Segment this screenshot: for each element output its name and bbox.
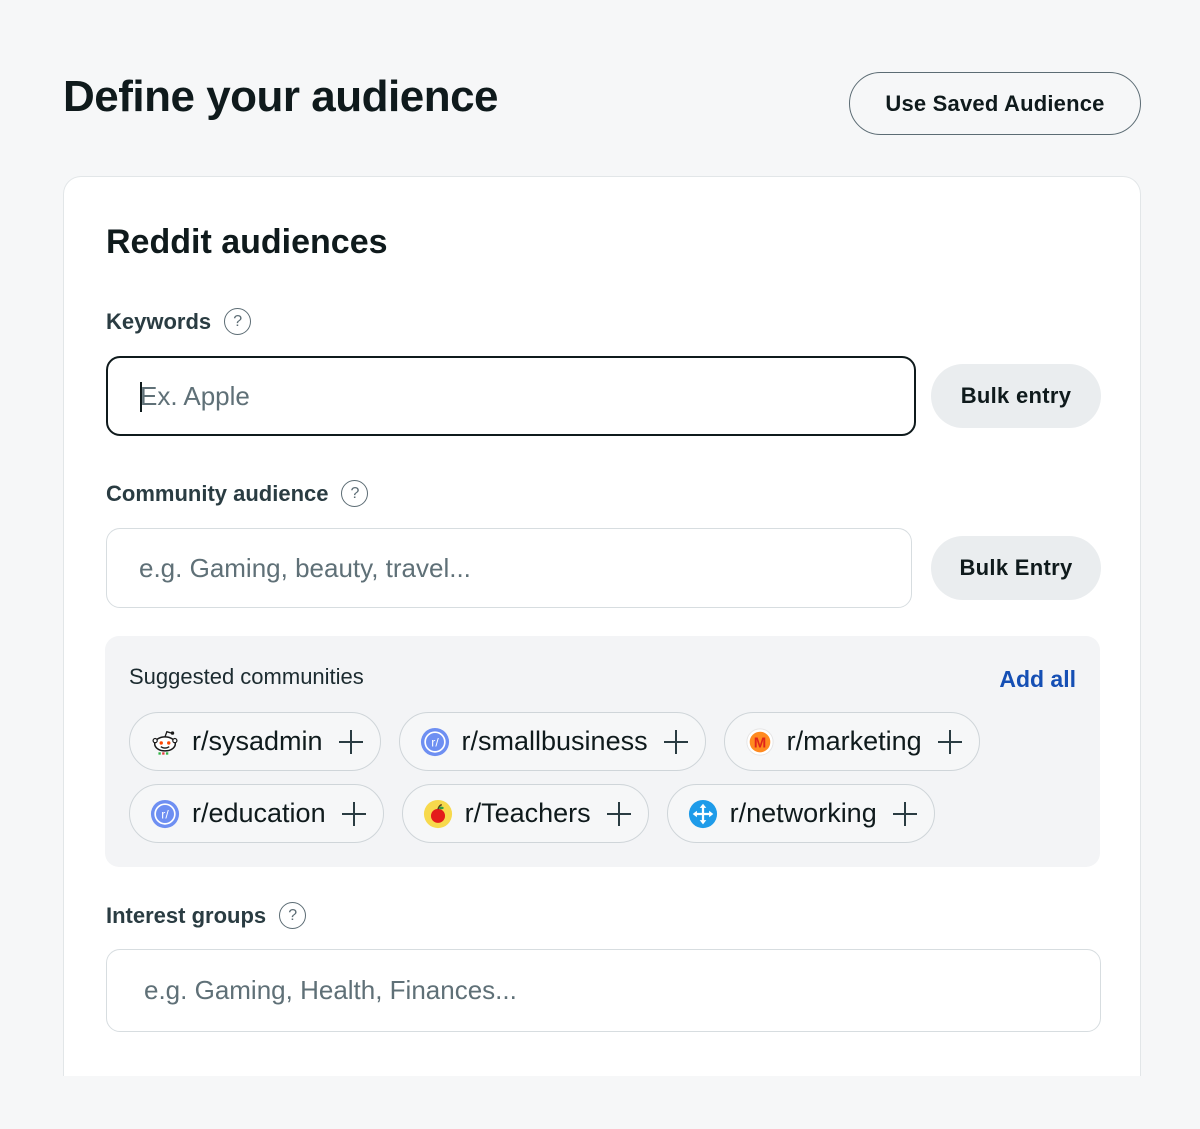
card-title: Reddit audiences [106, 223, 388, 261]
add-all-link[interactable]: Add all [999, 666, 1076, 693]
text-caret [140, 382, 142, 412]
chip-row-1: r/sysadmin r/ r/smallbusiness M r/market… [129, 712, 980, 771]
svg-text:M: M [753, 734, 766, 751]
community-chip-sysadmin[interactable]: r/sysadmin [129, 712, 381, 771]
use-saved-audience-button[interactable]: Use Saved Audience [849, 72, 1141, 135]
chip-label: r/networking [729, 798, 877, 828]
svg-text:r/: r/ [431, 735, 439, 749]
chip-label: r/smallbusiness [461, 726, 648, 756]
community-chip-marketing[interactable]: M r/marketing [723, 712, 980, 771]
page-title: Define your audience [63, 72, 499, 121]
community-chip-education[interactable]: r/ r/education [129, 784, 384, 843]
svg-text:r/: r/ [161, 807, 169, 821]
chip-row-2: r/ r/education r/Teachers r/networking [129, 784, 935, 843]
chip-label: r/Teachers [464, 798, 591, 828]
community-input[interactable] [107, 529, 911, 607]
community-default-icon: r/ [420, 727, 450, 757]
community-bulk-entry-button[interactable]: Bulk Entry [931, 536, 1101, 600]
suggested-communities-panel: Suggested communities Add all r/sysadmin… [105, 636, 1100, 867]
plus-icon [337, 728, 365, 756]
suggested-communities-title: Suggested communities [129, 664, 364, 689]
community-chip-smallbusiness[interactable]: r/ r/smallbusiness [398, 712, 706, 771]
keywords-field[interactable] [106, 356, 916, 436]
community-field[interactable] [106, 528, 912, 608]
interest-help-icon[interactable]: ? [279, 902, 307, 929]
plus-icon [605, 800, 633, 828]
plus-icon [936, 728, 964, 756]
community-label-group: Community audience ? [106, 480, 369, 507]
keywords-help-icon[interactable]: ? [224, 308, 252, 335]
plus-icon [340, 800, 368, 828]
reddit-snoo-icon [150, 727, 180, 757]
keywords-label-group: Keywords ? [106, 308, 252, 335]
marketing-m-icon: M [745, 727, 775, 757]
interest-groups-label: Interest groups [106, 902, 267, 928]
plus-icon [891, 800, 919, 828]
chip-label: r/marketing [786, 726, 922, 756]
network-arrows-icon [688, 799, 718, 829]
apple-icon [423, 799, 453, 829]
community-chip-networking[interactable]: r/networking [666, 784, 935, 843]
chip-label: r/education [192, 798, 326, 828]
chip-label: r/sysadmin [192, 726, 323, 756]
community-help-icon[interactable]: ? [341, 480, 369, 507]
interest-field[interactable] [106, 949, 1101, 1032]
reddit-audiences-card: Reddit audiences Keywords ? Bulk entry C… [63, 176, 1141, 1076]
community-audience-label: Community audience [106, 480, 329, 506]
interest-label-group: Interest groups ? [106, 902, 307, 929]
keywords-input[interactable] [108, 358, 914, 434]
plus-icon [662, 728, 690, 756]
community-default-icon: r/ [150, 799, 180, 829]
audience-page: Define your audience Use Saved Audience … [0, 0, 1200, 1129]
keywords-label: Keywords [106, 308, 212, 334]
community-chip-teachers[interactable]: r/Teachers [401, 784, 649, 843]
keywords-bulk-entry-button[interactable]: Bulk entry [931, 364, 1101, 428]
interest-input[interactable] [107, 950, 1100, 1031]
